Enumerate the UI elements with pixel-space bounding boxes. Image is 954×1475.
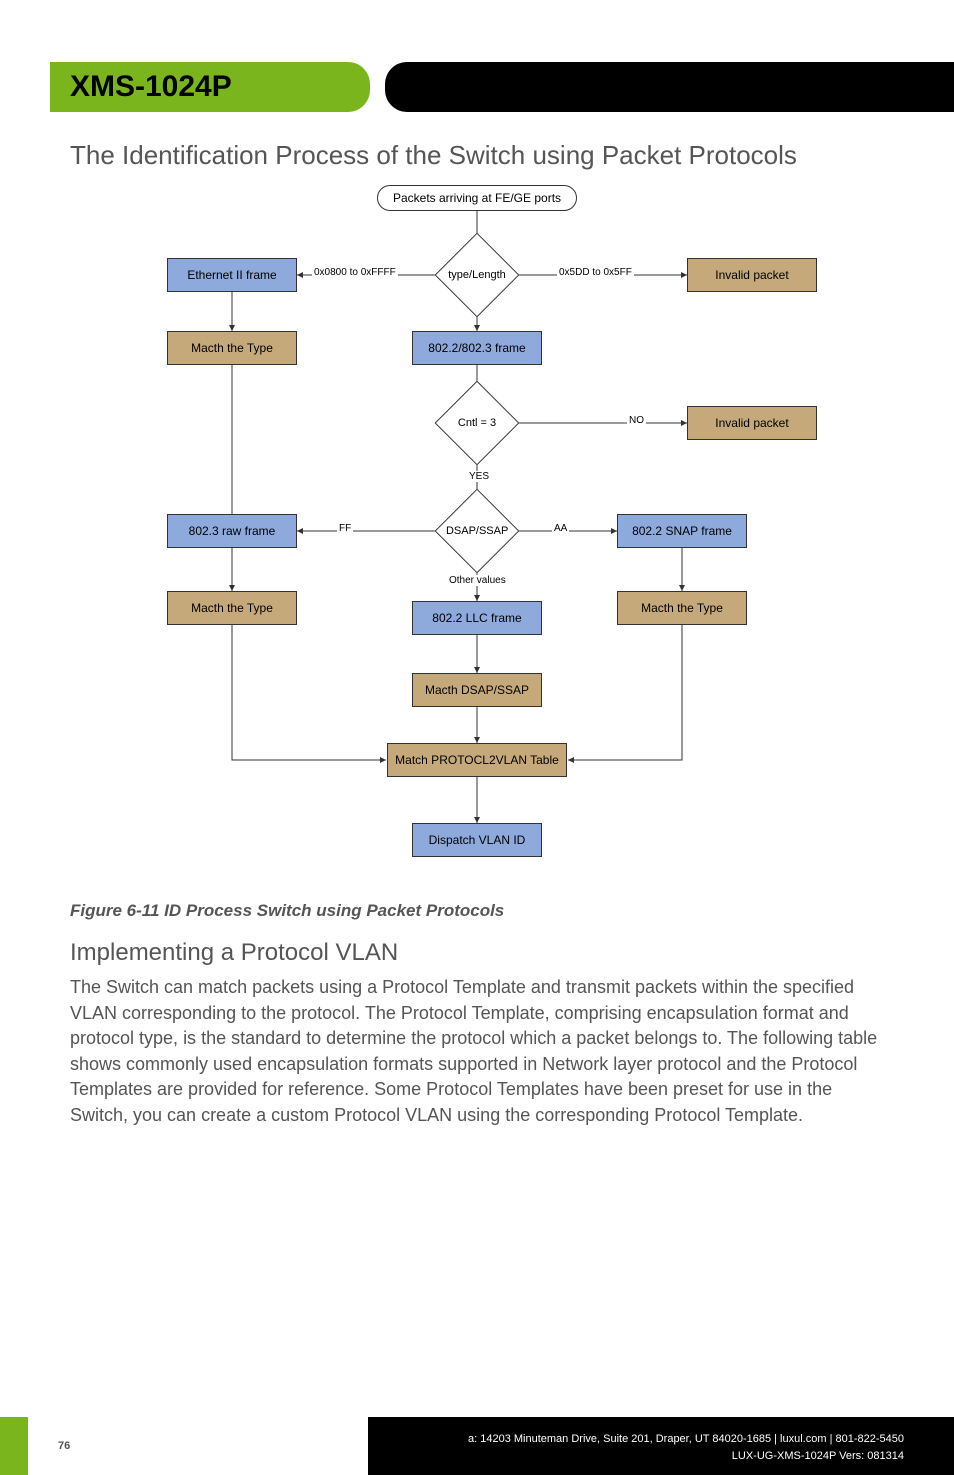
footer-bar: 76 a: 14203 Minuteman Drive, Suite 201, … xyxy=(0,1417,954,1475)
node-label: Macth the Type xyxy=(191,341,273,355)
flowchart-node-ethernet-ii: Ethernet II frame xyxy=(167,258,297,292)
figure-caption: Figure 6-11 ID Process Switch using Pack… xyxy=(70,901,884,921)
footer-black-area: a: 14203 Minuteman Drive, Suite 201, Dra… xyxy=(368,1417,954,1475)
flowchart-node-8023-raw: 802.3 raw frame xyxy=(167,514,297,548)
node-label: 802.2 LLC frame xyxy=(432,611,521,625)
footer-docline: LUX-UG-XMS-1024P Vers: 081314 xyxy=(378,1448,904,1465)
node-label: Packets arriving at FE/GE ports xyxy=(393,191,561,205)
flowchart-node-match-table: Match PROTOCL2VLAN Table xyxy=(387,743,567,777)
node-label: 802.2 SNAP frame xyxy=(632,524,732,538)
flowchart-node-8022-snap: 802.2 SNAP frame xyxy=(617,514,747,548)
node-label: Macth the Type xyxy=(191,601,273,615)
footer-address: a: 14203 Minuteman Drive, Suite 201, Dra… xyxy=(378,1431,904,1448)
flowchart-decision-cntl3: Cntl = 3 xyxy=(435,381,520,466)
page-content: The Identification Process of the Switch… xyxy=(70,140,884,1128)
node-label: 802.2/802.3 frame xyxy=(428,341,525,355)
node-label: type/Length xyxy=(448,269,506,281)
page-number: 76 xyxy=(58,1440,70,1452)
flowchart-node-match-type2: Macth the Type xyxy=(167,591,297,625)
flowchart-node-8022-llc: 802.2 LLC frame xyxy=(412,601,542,635)
edge-label-aa: AA xyxy=(552,523,569,534)
flowchart-node-match-type1: Macth the Type xyxy=(167,331,297,365)
node-label: 802.3 raw frame xyxy=(189,524,276,538)
flowchart-node-dispatch: Dispatch VLAN ID xyxy=(412,823,542,857)
header-black-strip xyxy=(385,62,954,112)
flowchart-diagram: Packets arriving at FE/GE ports type/Len… xyxy=(97,183,857,883)
edge-label-0x5dd: 0x5DD to 0x5FF xyxy=(557,267,634,278)
node-label: Cntl = 3 xyxy=(448,417,506,429)
node-label: Ethernet II frame xyxy=(187,268,276,282)
flowchart-decision-type-length: type/Length xyxy=(435,233,520,318)
flowchart-node-match-dsap: Macth DSAP/SSAP xyxy=(412,673,542,707)
edge-label-yes: YES xyxy=(467,471,491,482)
node-label: DSAP/SSAP xyxy=(446,525,508,537)
flowchart-decision-dsap-ssap: DSAP/SSAP xyxy=(435,489,520,574)
subsection-title: Implementing a Protocol VLAN xyxy=(70,939,884,967)
flowchart-node-8023-frame: 802.2/802.3 frame xyxy=(412,331,542,365)
section-title: The Identification Process of the Switch… xyxy=(70,140,884,171)
edge-label-0x0800: 0x0800 to 0xFFFF xyxy=(312,267,398,278)
node-label: Invalid packet xyxy=(715,268,788,282)
body-text: The Switch can match packets using a Pro… xyxy=(70,975,884,1128)
flowchart-start-node: Packets arriving at FE/GE ports xyxy=(377,185,577,211)
footer-white-area: 76 xyxy=(28,1417,368,1475)
edge-label-no: NO xyxy=(627,415,646,426)
footer-green-strip xyxy=(0,1417,28,1475)
edge-label-ff: FF xyxy=(337,523,353,534)
node-label: Invalid packet xyxy=(715,416,788,430)
node-label: Match PROTOCL2VLAN Table xyxy=(395,753,559,767)
flowchart-node-match-type3: Macth the Type xyxy=(617,591,747,625)
edge-label-other: Other values xyxy=(447,575,508,586)
flowchart-node-invalid1: Invalid packet xyxy=(687,258,817,292)
node-label: Dispatch VLAN ID xyxy=(429,833,526,847)
flowchart-node-invalid2: Invalid packet xyxy=(687,406,817,440)
product-model-badge: XMS-1024P xyxy=(50,62,370,112)
node-label: Macth DSAP/SSAP xyxy=(425,683,529,697)
node-label: Macth the Type xyxy=(641,601,723,615)
header-bar: XMS-1024P xyxy=(50,62,954,112)
product-model-text: XMS-1024P xyxy=(70,70,232,104)
